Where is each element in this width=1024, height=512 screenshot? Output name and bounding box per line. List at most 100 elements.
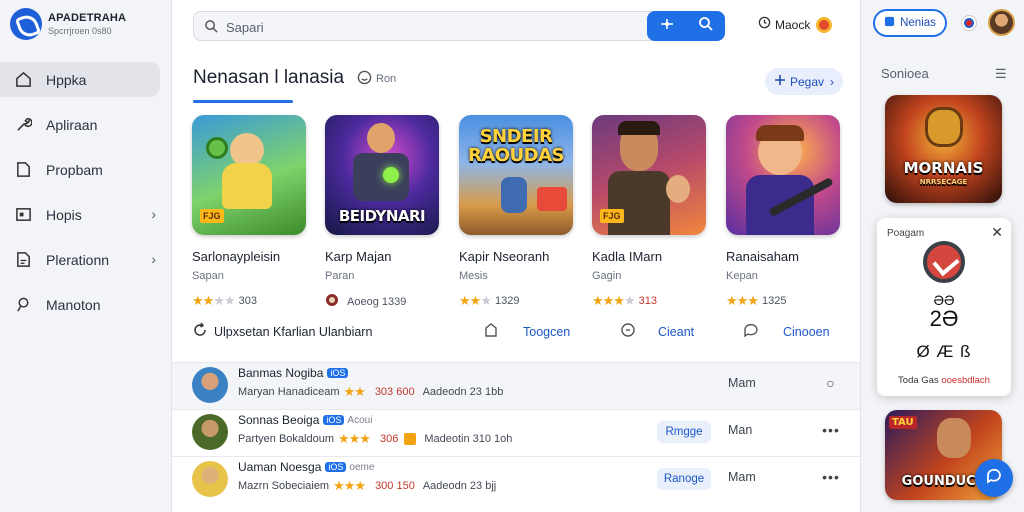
sidebar-item-management[interactable]: Manoton [0,287,172,322]
featured-game-subtitle: NRRSECAGE [919,178,968,186]
notification-badge-icon[interactable] [816,17,833,33]
game-card[interactable]: FJG Sarlonaypleisin Sapan ★★★★ 303 [192,115,312,309]
game-card-rating-text: Aoeog 1339 [347,295,407,308]
game-card[interactable]: FJG Kadla IMarn Gagin ★★★★ 313 [592,115,712,309]
chat-button[interactable] [975,459,1013,497]
popup-title: Poagam [887,228,925,239]
history-action-label: Cieant [658,324,695,339]
platform-badge: iOS [327,368,349,378]
new-button-label: Nenias [900,17,936,29]
list-item-meta: Partyen Bokaldoum ★★★ 306 Madeotin 310 1… [238,431,512,447]
game-card[interactable]: BEIDYNARI Karp Majan Paran Aoeog 1339 [325,115,445,310]
list-item-author: Mazrn Sobeciaiem [238,480,330,492]
platform-badge-text: Acoui [347,414,373,426]
sidebar-item-apps[interactable]: Apliraan [0,107,172,142]
game-card[interactable]: SNDEIR RAOUDAS Kapir Nseoranh Mesis ★★★ … [459,115,579,309]
game-card-rating: ★★★ 1325 [726,293,846,309]
featured-game-title: MORNAIS [903,159,984,177]
more-icon[interactable]: ••• [820,419,842,441]
list-item-details: Madeotin 310 1oh [424,433,513,445]
avatar [192,414,228,450]
game-card-subtitle: Gagin [592,270,622,282]
popup-footer[interactable]: Toda Gas ooesbdlach [877,375,1011,386]
shield-icon [325,293,339,310]
star-rating-icon: ★★★ [459,293,492,308]
game-card-art [726,115,840,235]
sidebar-item-program[interactable]: Propbam [0,152,172,187]
user-avatar[interactable] [988,9,1015,36]
game-card-rating-text: 1325 [761,295,787,307]
list-item[interactable]: Uaman Noesga iOS oeme Mazrn Sobeciaiem ★… [172,456,860,503]
user-search-icon [14,296,32,314]
square-icon [884,16,895,30]
popup-footer-text: Toda Gas [898,375,939,386]
search-bar [193,11,725,41]
title-badge-label: Ron [376,73,397,85]
game-card-tag: FJG [600,209,624,223]
radio-icon[interactable]: ○ [820,372,842,394]
game-card-tag: FJG [200,209,224,223]
chevron-right-icon: › [830,74,835,89]
home-icon [14,71,32,89]
more-icon[interactable]: ••• [820,466,842,488]
list-item-meta: Mazrn Sobeciaiem ★★★ 300 150 Aadeodn 23 … [238,478,496,494]
list-item-status: Mam [728,470,756,484]
platform-badge: iOS [323,415,345,425]
list-item[interactable]: Sonnas Beoiga iOS Acoui Partyen Bokaldou… [172,409,860,456]
search-icon [204,19,219,39]
brand-title: APADETRAHA [48,12,127,24]
search-submit-icon[interactable] [698,16,714,37]
topbar-label: Maock [775,18,811,32]
game-card-rating: Aoeog 1339 [325,293,445,310]
sidebar-item-label: Apliraan [46,116,98,133]
language-flag-icon[interactable] [961,15,977,31]
popup-logo-icon [923,241,965,283]
filter-icon[interactable] [659,16,675,37]
list-item-action-button[interactable]: Rmgge [657,421,711,443]
new-button[interactable]: Nenias [873,9,947,37]
sidebar-item-label: Propbam [46,161,103,178]
game-card-row: FJG Sarlonaypleisin Sapan ★★★★ 303 BEIDY… [192,115,852,310]
game-card[interactable]: Ranaisaham Kepan ★★★ 1325 [726,115,846,309]
topbar-status[interactable]: Maock [758,16,833,34]
featured-game-art[interactable]: MORNAIS NRRSECAGE [885,95,1002,203]
tag-icon [404,433,417,445]
report-icon [14,251,32,269]
list-item-title-text: Banmas Nogiba [238,366,324,380]
list-item[interactable]: Banmas Nogiba iOS Maryan Hanadiceam ★★ 3… [172,362,860,409]
list-view-icon[interactable]: ☰ [995,66,1007,82]
list-item-details: Aadeodn 23 1bb [422,386,504,398]
close-icon[interactable]: ✕ [991,224,1003,241]
list-item-title-text: Uaman Noesga [238,460,322,474]
list-item-title-text: Sonnas Beoiga [238,413,320,427]
history-action[interactable]: Cieant [620,322,694,341]
popup-footer-link[interactable]: ooesbdlach [941,375,990,386]
sidebar-item-reports[interactable]: Plerationn › [0,242,172,277]
page-title: Nenasan l lanasia [193,67,345,88]
star-rating-icon: ★★ [343,384,366,399]
update-action-label: Ulpxsetan Kfarlian Ulanbiarn [214,324,373,339]
avatar [192,367,228,403]
bookmark-action[interactable]: Toogcen [483,322,570,341]
sidebar-item-topics[interactable]: Hopis › [0,197,172,232]
list-item-author: Maryan Hanadiceam [238,386,340,398]
title-badge[interactable]: Ron [357,70,396,88]
game-card-art-title: BEIDYNARI [338,207,426,225]
view-all-button[interactable]: Pegav › [765,68,843,95]
popup-line-2: 2Ə [929,306,959,331]
chevron-right-icon: › [151,251,156,267]
update-action[interactable]: Ulpxsetan Kfarlian Ulanbiarn [192,322,372,341]
game-card-art: FJG [592,115,706,235]
game-card-rating-text: 303 [238,295,257,307]
list-item-action-button[interactable]: Ranoge [657,468,711,490]
sidebar-nav: Hppka Apliraan Propbam Hopis › Pleration… [0,62,172,332]
comment-action[interactable]: Cinooen [743,322,830,341]
sidebar-item-label: Plerationn [46,251,110,268]
sidebar-item-home[interactable]: Hppka [0,62,160,97]
clock-icon [758,16,771,34]
list-item-details: Aadeodn 23 bjj [422,480,497,492]
game-card-subtitle: Kepan [726,270,758,282]
brand[interactable]: APADETRAHA Spcrrjroen 0s80 [10,8,126,40]
search-input[interactable] [226,17,626,37]
game-card-art: SNDEIR RAOUDAS [459,115,573,235]
